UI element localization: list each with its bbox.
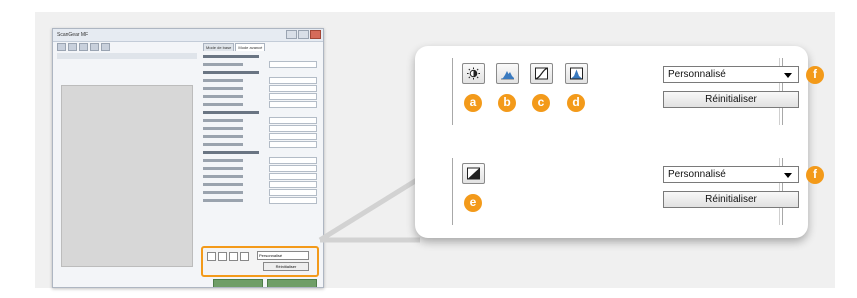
chevron-down-icon xyxy=(784,73,792,78)
thumbnail-toolbar-secondary xyxy=(57,53,197,59)
settings-row[interactable] xyxy=(203,156,317,164)
tone-curve-button[interactable] xyxy=(530,63,553,84)
callout-badge-a: a xyxy=(464,94,482,112)
toolbar-icon[interactable] xyxy=(90,43,99,51)
settings-row[interactable] xyxy=(203,100,317,108)
threshold-button[interactable] xyxy=(462,163,485,184)
settings-row[interactable] xyxy=(203,124,317,132)
settings-row[interactable] xyxy=(203,140,317,148)
scan-button[interactable]: Numériser xyxy=(267,279,317,287)
threshold-icon xyxy=(467,167,480,180)
window-title: ScanGear MF xyxy=(57,32,89,38)
mini-reset-button[interactable]: Réinitialiser xyxy=(263,262,309,271)
preview-button[interactable]: Aperçu xyxy=(213,279,263,287)
maximize-icon[interactable] xyxy=(298,30,309,39)
settings-panel: Mode de base Mode avancé Personnalisé Ré… xyxy=(201,43,319,281)
histogram-icon xyxy=(501,71,514,80)
mini-brightness-icon[interactable] xyxy=(207,252,216,261)
zoom-callout: a b c d Personnalisé Réinitialiser f e P… xyxy=(415,46,824,238)
mini-final-review-icon[interactable] xyxy=(240,252,249,261)
mini-tone-curve-icon[interactable] xyxy=(229,252,238,261)
close-icon[interactable] xyxy=(310,30,321,39)
highlighted-image-settings: Personnalisé Réinitialiser xyxy=(201,246,319,277)
toolbar-icon[interactable] xyxy=(68,43,77,51)
settings-row[interactable] xyxy=(203,180,317,188)
settings-rows xyxy=(203,53,317,204)
callout-badge-d: d xyxy=(567,94,585,112)
toolbar-icon[interactable] xyxy=(101,43,110,51)
callout-badge-b: b xyxy=(498,94,516,112)
final-review-button[interactable] xyxy=(565,63,588,84)
settings-row[interactable] xyxy=(203,76,317,84)
reset-button-top[interactable]: Réinitialiser xyxy=(663,91,799,108)
histogram-button[interactable] xyxy=(496,63,519,84)
toolbar-icon[interactable] xyxy=(79,43,88,51)
toolbar-icon[interactable] xyxy=(57,43,66,51)
settings-row[interactable] xyxy=(203,84,317,92)
tab-advanced-mode[interactable]: Mode avancé xyxy=(235,43,266,51)
settings-row[interactable] xyxy=(203,196,317,204)
final-review-icon xyxy=(570,67,583,80)
settings-row[interactable] xyxy=(203,60,317,68)
tone-curve-icon xyxy=(535,67,548,80)
brightness-contrast-icon xyxy=(467,67,480,80)
brightness-contrast-button[interactable] xyxy=(462,63,485,84)
window-titlebar: ScanGear MF xyxy=(53,29,323,42)
mini-preset-dropdown[interactable]: Personnalisé xyxy=(257,251,309,260)
settings-row xyxy=(203,53,317,59)
preview-area xyxy=(61,85,193,267)
settings-row[interactable] xyxy=(203,164,317,172)
settings-row[interactable] xyxy=(203,188,317,196)
preset-dropdown-bottom[interactable]: Personnalisé xyxy=(663,166,799,183)
settings-row xyxy=(203,109,317,115)
callout-badge-e: e xyxy=(464,194,482,212)
settings-row[interactable] xyxy=(203,132,317,140)
settings-row[interactable] xyxy=(203,116,317,124)
callout-badge-c: c xyxy=(532,94,550,112)
callout-badge-f-bottom: f xyxy=(806,166,824,184)
settings-tabs: Mode de base Mode avancé xyxy=(203,43,317,51)
reset-button-bottom[interactable]: Réinitialiser xyxy=(663,191,799,208)
image-settings-top-section: a b c d Personnalisé Réinitialiser f xyxy=(452,58,824,125)
preset-dropdown-value: Personnalisé xyxy=(668,169,726,180)
chevron-down-icon xyxy=(784,173,792,178)
preset-dropdown-top[interactable]: Personnalisé xyxy=(663,66,799,83)
preset-dropdown-value: Personnalisé xyxy=(668,69,726,80)
settings-row[interactable] xyxy=(203,172,317,180)
minimize-icon[interactable] xyxy=(286,30,297,39)
tab-basic-mode[interactable]: Mode de base xyxy=(203,43,235,51)
scangear-window-thumbnail: ScanGear MF Mode de base Mode avancé Per… xyxy=(52,28,324,288)
settings-row xyxy=(203,149,317,155)
thumbnail-toolbar xyxy=(57,43,110,51)
image-settings-bottom-section: e Personnalisé Réinitialiser f xyxy=(452,158,824,225)
settings-row xyxy=(203,69,317,75)
window-controls xyxy=(286,30,321,39)
callout-badge-f-top: f xyxy=(806,66,824,84)
settings-row[interactable] xyxy=(203,92,317,100)
mini-histogram-icon[interactable] xyxy=(218,252,227,261)
